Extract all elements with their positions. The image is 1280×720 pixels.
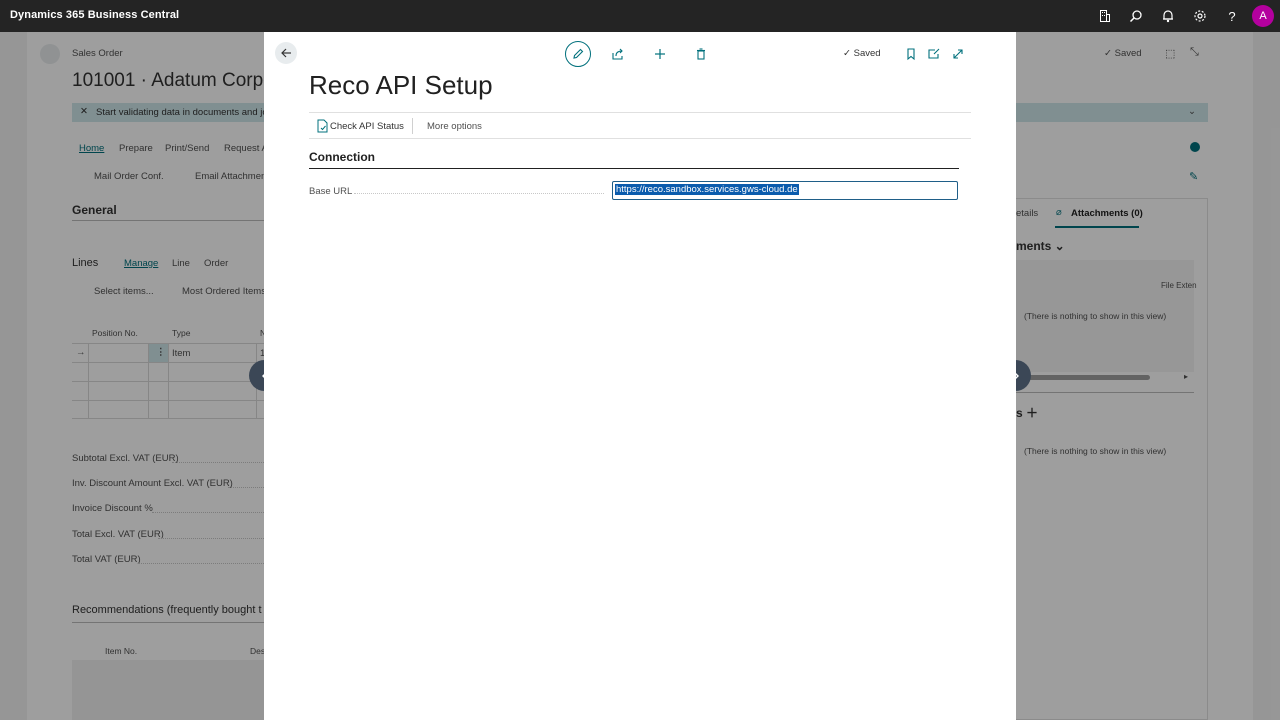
open-new-window-icon — [928, 48, 940, 59]
top-bar: Dynamics 365 Business Central ? A — [0, 0, 1280, 32]
plus-icon — [655, 49, 665, 59]
svg-text:?: ? — [1228, 9, 1235, 24]
check-api-status-button[interactable]: Check API Status — [330, 121, 404, 132]
share-icon — [612, 48, 623, 60]
field-leader-dots — [354, 193, 604, 194]
avatar[interactable]: A — [1252, 5, 1274, 27]
back-button[interactable] — [275, 42, 297, 64]
app-title[interactable]: Dynamics 365 Business Central — [10, 9, 179, 21]
search-icon[interactable] — [1128, 8, 1144, 24]
action-separator — [412, 118, 413, 134]
base-url-label: Base URL — [309, 186, 353, 197]
bell-icon[interactable] — [1160, 8, 1176, 24]
saved-status: ✓ Saved — [843, 48, 881, 59]
document-check-icon — [317, 119, 328, 133]
more-options-button[interactable]: More options — [427, 121, 482, 132]
reco-api-setup-dialog: ✓ Saved Reco API Setup Check API Status … — [264, 32, 1016, 720]
saved-label: Saved — [853, 48, 881, 59]
gear-icon[interactable] — [1192, 8, 1208, 24]
new-button[interactable] — [652, 46, 668, 62]
expand-icon — [953, 49, 963, 59]
check-icon: ✓ — [843, 48, 851, 59]
base-url-field[interactable]: https://reco.sandbox.services.gws-cloud.… — [612, 181, 958, 200]
delete-button[interactable] — [693, 46, 709, 62]
bookmark-button[interactable] — [903, 46, 919, 62]
trash-icon — [697, 48, 705, 60]
open-new-window-button[interactable] — [926, 46, 942, 62]
pencil-icon — [573, 48, 584, 59]
section-divider — [309, 168, 959, 169]
edit-button[interactable] — [565, 41, 591, 67]
arrow-left-icon — [281, 48, 291, 58]
connection-section-heading[interactable]: Connection — [309, 150, 375, 164]
expand-button[interactable] — [950, 46, 966, 62]
share-button[interactable] — [610, 46, 626, 62]
base-url-value: https://reco.sandbox.services.gws-cloud.… — [615, 184, 799, 195]
company-icon[interactable] — [1097, 8, 1113, 24]
page-title: Reco API Setup — [309, 70, 493, 100]
action-bar: Check API Status More options — [309, 112, 971, 139]
bookmark-icon — [907, 48, 915, 61]
help-icon[interactable]: ? — [1224, 8, 1240, 24]
